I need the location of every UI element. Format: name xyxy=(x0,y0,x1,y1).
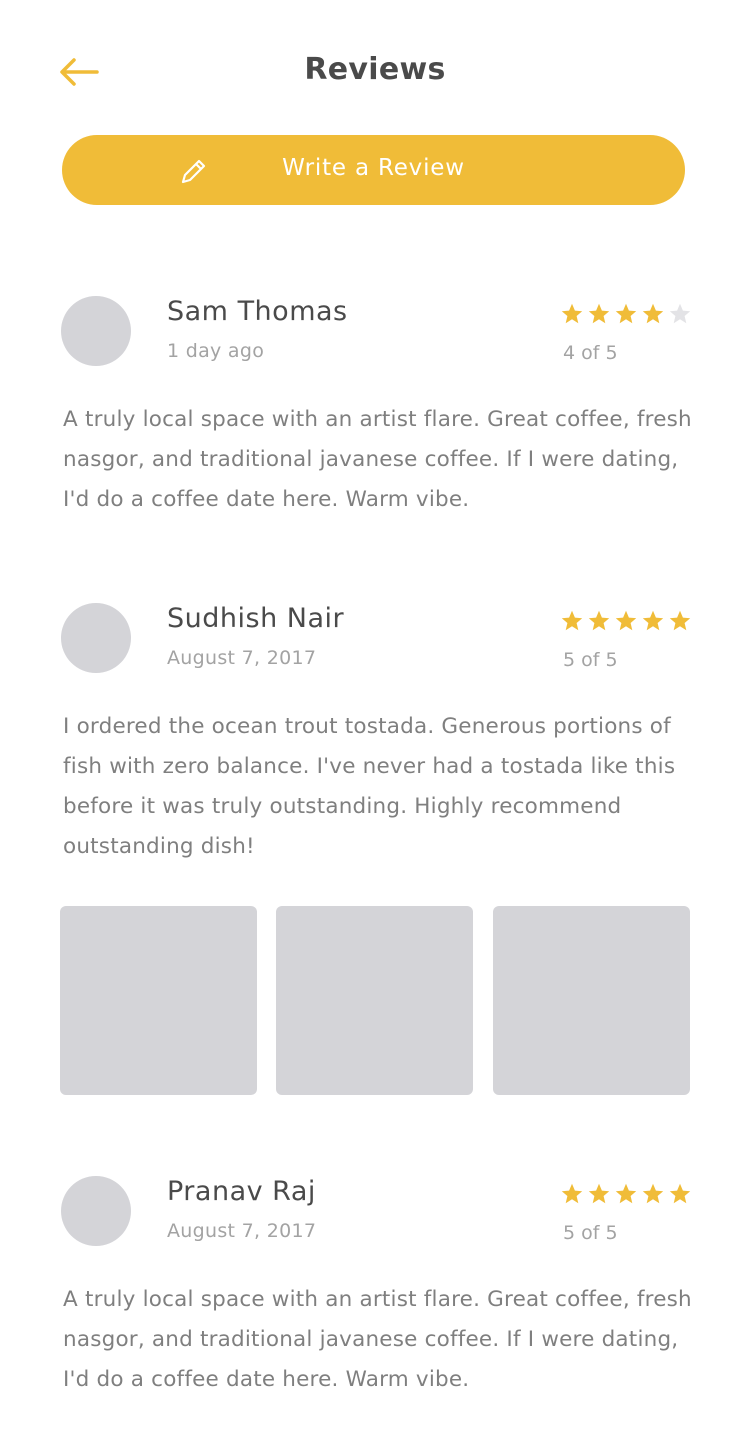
star-filled-icon xyxy=(669,1183,691,1204)
star-filled-icon xyxy=(561,303,583,324)
reviewer-name: Pranav Raj xyxy=(167,1176,316,1207)
rating-text: 5 of 5 xyxy=(563,1222,618,1244)
star-filled-icon xyxy=(561,1183,583,1204)
page-title: Reviews xyxy=(304,52,446,87)
reviewer-name: Sudhish Nair xyxy=(167,603,345,634)
review-text: A truly local space with an artist flare… xyxy=(63,407,692,512)
review-date: August 7, 2017 xyxy=(167,1220,317,1242)
review-date: 1 day ago xyxy=(167,340,265,362)
rating-text: 5 of 5 xyxy=(563,649,618,671)
avatar xyxy=(61,1176,131,1246)
star-filled-icon xyxy=(615,303,637,324)
star-filled-icon xyxy=(669,610,691,631)
header: Reviews xyxy=(0,0,750,140)
review-photos xyxy=(0,906,750,1095)
star-rating xyxy=(560,609,692,633)
star-filled-icon xyxy=(588,303,610,324)
star-empty-icon xyxy=(669,303,691,324)
star-filled-icon xyxy=(642,1183,664,1204)
write-review-label: Write a Review xyxy=(282,155,465,181)
star-filled-icon xyxy=(615,610,637,631)
write-review-button[interactable]: Write a Review xyxy=(62,135,685,205)
review-photo[interactable] xyxy=(60,906,257,1095)
star-filled-icon xyxy=(588,610,610,631)
review-text: A truly local space with an artist flare… xyxy=(63,1287,692,1392)
avatar xyxy=(61,603,131,673)
review-photo[interactable] xyxy=(493,906,690,1095)
review-photo[interactable] xyxy=(276,906,473,1095)
review-text: I ordered the ocean trout tostada. Gener… xyxy=(63,714,676,859)
review-date: August 7, 2017 xyxy=(167,647,317,669)
avatar xyxy=(61,296,131,366)
star-filled-icon xyxy=(615,1183,637,1204)
reviewer-name: Sam Thomas xyxy=(167,296,348,327)
star-filled-icon xyxy=(561,610,583,631)
star-rating xyxy=(560,1182,692,1206)
star-filled-icon xyxy=(588,1183,610,1204)
star-filled-icon xyxy=(642,303,664,324)
rating-text: 4 of 5 xyxy=(563,342,618,364)
star-filled-icon xyxy=(642,610,664,631)
star-rating xyxy=(560,302,692,326)
